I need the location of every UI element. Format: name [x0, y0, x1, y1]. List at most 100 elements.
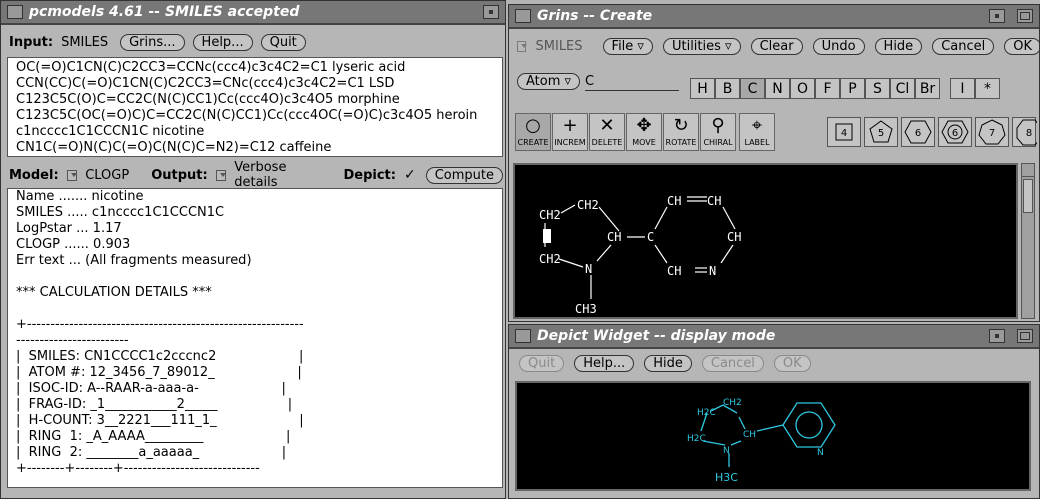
ring-5-button[interactable]: 5 — [864, 117, 898, 147]
minimize-icon[interactable] — [989, 329, 1005, 343]
input-label: Input: — [9, 34, 54, 50]
output-line: | RING 1: _A_AAAA_________ | — [16, 429, 291, 444]
bond — [560, 204, 576, 214]
rotate-tool[interactable]: ↻ ROTATE — [663, 113, 699, 151]
depict-hide-button[interactable]: Hide — [644, 355, 692, 372]
depict-ok-button[interactable]: OK — [773, 355, 811, 372]
clear-button[interactable]: Clear — [750, 37, 803, 55]
maximize-icon[interactable] — [1017, 9, 1033, 23]
atom-label: H3C — [715, 471, 738, 484]
bond — [738, 416, 746, 430]
delete-icon: ✕ — [599, 115, 615, 136]
window-menu-icon[interactable] — [7, 5, 23, 19]
ring-7-label: 7 — [989, 128, 995, 139]
depict-checkbox[interactable]: ✓ — [404, 167, 416, 183]
pentagon-ring-icon: 5 — [869, 120, 893, 143]
bond — [598, 206, 620, 232]
octagon-ring-icon: 8 — [1016, 119, 1039, 146]
bond — [756, 424, 784, 432]
bond — [722, 206, 736, 230]
output-menu-icon[interactable] — [215, 169, 227, 181]
rotate-tool-label: ROTATE — [665, 138, 697, 147]
atom-label: N — [709, 264, 716, 278]
smiles-line: OC(=O)C1CN(C)C2CC3=CCNc(ccc4)c3c4C2=C1 l… — [16, 60, 406, 75]
input-type-label: SMILES — [61, 34, 109, 50]
model-menu-icon[interactable] — [66, 169, 78, 181]
atom-s-button[interactable]: S — [865, 78, 890, 99]
ring-6-aromatic-button[interactable]: 6 — [938, 117, 972, 147]
utilities-menu[interactable]: Utilities ▿ — [662, 37, 741, 55]
output-line: | ISOC-ID: A--RAAR-a-aaa-a- | — [16, 381, 286, 396]
atom-f-button[interactable]: F — [815, 78, 840, 99]
increm-tool[interactable]: + INCREM — [552, 113, 588, 151]
ring-8-button[interactable]: 8 — [1012, 117, 1039, 147]
grins-titlebar[interactable]: Grins -- Create — [509, 5, 1039, 29]
delete-tool-label: DELETE — [591, 138, 623, 147]
atom-label: H2C — [687, 434, 706, 444]
atom-symbol-input[interactable]: C — [585, 73, 679, 91]
grins-title: Grins -- Create — [537, 8, 653, 24]
smiles-toggle-icon[interactable] — [517, 40, 527, 52]
minimize-icon[interactable] — [483, 5, 499, 19]
move-tool[interactable]: ✥ MOVE — [626, 113, 662, 151]
depict-window: Depict Widget -- display mode Quit Help.… — [508, 324, 1040, 499]
depict-quit-button[interactable]: Quit — [519, 355, 565, 372]
smiles-input-area[interactable]: OC(=O)C1CN(C)C2CC3=CCNc(ccc4)c3c4C2=C1 l… — [7, 57, 503, 157]
model-value[interactable]: CLOGP — [85, 168, 129, 183]
compute-button[interactable]: Compute — [425, 166, 503, 184]
chiral-tool[interactable]: ⚲ CHIRAL — [700, 113, 736, 151]
undo-button[interactable]: Undo — [812, 37, 865, 55]
hide-button[interactable]: Hide — [874, 37, 923, 55]
depict-titlebar[interactable]: Depict Widget -- display mode — [509, 325, 1039, 349]
atom-h-button[interactable]: H — [690, 78, 715, 99]
window-menu-icon[interactable] — [515, 329, 531, 343]
output-line: SMILES ..... c1ncccc1C1CCCN1C — [16, 205, 225, 220]
atom-br-button[interactable]: Br — [915, 78, 940, 99]
ring-6-button[interactable]: 6 — [901, 117, 935, 147]
ok-button[interactable]: OK — [1004, 37, 1039, 55]
output-value[interactable]: Verbose details — [234, 160, 311, 190]
quit-button[interactable]: Quit — [260, 33, 306, 51]
output-line: +---------------------------------------… — [16, 317, 304, 332]
window-menu-icon[interactable] — [515, 9, 531, 23]
delete-tool[interactable]: ✕ DELETE — [589, 113, 625, 151]
atom-star-button[interactable]: * — [975, 78, 1000, 99]
atom-b-button[interactable]: B — [715, 78, 740, 99]
depict-cancel-button[interactable]: Cancel — [701, 355, 764, 372]
minimize-icon[interactable] — [989, 9, 1005, 23]
pcmodels-titlebar[interactable]: pcmodels 4.61 -- SMILES accepted — [1, 1, 505, 25]
atom-o-button[interactable]: O — [790, 78, 815, 99]
help-button[interactable]: Help... — [192, 33, 253, 51]
atom-c-button[interactable]: C — [740, 78, 765, 99]
grins-canvas[interactable]: CH2 CH2 CH2 CH C CH CH CH CH N N CH3 — [513, 163, 1018, 319]
depict-help-button[interactable]: Help... — [574, 355, 635, 372]
atom-label: N — [723, 446, 730, 456]
depict-buttonbar: Quit Help... Hide Cancel OK — [519, 355, 811, 372]
smiles-line: CCN(CC)C(=O)C1CN(C)C2CC3=CNc(ccc4)c3c4C2… — [16, 76, 395, 91]
ring-4-button[interactable]: 4 — [827, 117, 861, 147]
maximize-icon[interactable] — [1017, 329, 1033, 343]
atom-p-button[interactable]: P — [840, 78, 865, 99]
atom-cl-button[interactable]: Cl — [890, 78, 915, 99]
scroll-up-icon[interactable] — [1022, 164, 1034, 177]
atom-i-button[interactable]: I — [950, 78, 975, 99]
bond — [730, 440, 742, 446]
smiles-line: C123C5C(O)C=CC2C(N(C)CC1)Cc(ccc4O)c3c4O5… — [16, 92, 400, 107]
atom-n-button[interactable]: N — [765, 78, 790, 99]
output-line: CLOGP ...... 0.903 — [16, 237, 131, 252]
cancel-button[interactable]: Cancel — [932, 37, 995, 55]
output-line: | RING 2: ________a_aaaaa_ | — [16, 445, 287, 460]
atom-menu[interactable]: Atom ▿ — [517, 73, 581, 90]
scroll-thumb[interactable] — [1023, 179, 1033, 213]
label-tool[interactable]: ⌖ LABEL — [739, 113, 775, 151]
grins-button[interactable]: Grins... — [120, 33, 185, 51]
bond — [654, 244, 668, 264]
file-menu[interactable]: File ▿ — [602, 37, 653, 55]
output-line: Err text ... (All fragments measured) — [16, 253, 252, 268]
ring-6-label: 6 — [915, 128, 921, 139]
ring-7-button[interactable]: 7 — [975, 117, 1009, 147]
create-tool[interactable]: ○ CREATE — [515, 113, 551, 151]
aromatic-circle — [795, 411, 823, 439]
grins-scrollbar[interactable] — [1021, 163, 1035, 319]
